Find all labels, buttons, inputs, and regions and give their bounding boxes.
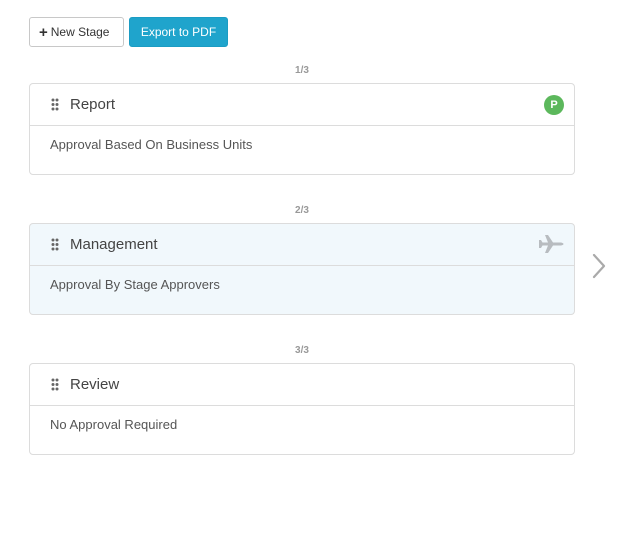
- new-stage-label: New Stage: [50, 25, 110, 39]
- chevron-right-icon[interactable]: [590, 252, 608, 280]
- airplane-icon: [539, 235, 564, 253]
- stage-card-review[interactable]: Review No Approval Required: [29, 363, 575, 455]
- stage-card-management[interactable]: Management Approval By Stage Approvers: [29, 223, 575, 315]
- drag-handle-icon[interactable]: [51, 378, 59, 391]
- stage-counter: 1/3: [295, 65, 309, 76]
- stage-title: Review: [70, 376, 120, 393]
- stage-description: Approval By Stage Approvers: [50, 277, 220, 292]
- toolbar: + New Stage Export to PDF: [29, 17, 228, 47]
- plus-icon: +: [39, 23, 48, 41]
- new-stage-button[interactable]: + New Stage: [29, 17, 124, 47]
- stage-counter: 3/3: [295, 345, 309, 356]
- stage-header: Review: [30, 364, 574, 406]
- workflow-stages-page: + New Stage Export to PDF 1/3 Report P A…: [0, 0, 618, 538]
- status-badge: P: [544, 95, 564, 115]
- stage-header: Management: [30, 224, 574, 266]
- stage-card-report[interactable]: Report P Approval Based On Business Unit…: [29, 83, 575, 175]
- stage-header: Report P: [30, 84, 574, 126]
- stage-description: No Approval Required: [50, 417, 178, 432]
- stage-title: Report: [70, 96, 116, 113]
- stage-description: Approval Based On Business Units: [50, 137, 253, 152]
- export-pdf-button[interactable]: Export to PDF: [129, 17, 228, 47]
- drag-handle-icon[interactable]: [51, 238, 59, 251]
- drag-handle-icon[interactable]: [51, 98, 59, 111]
- stage-title: Management: [70, 236, 158, 253]
- stage-counter: 2/3: [295, 205, 309, 216]
